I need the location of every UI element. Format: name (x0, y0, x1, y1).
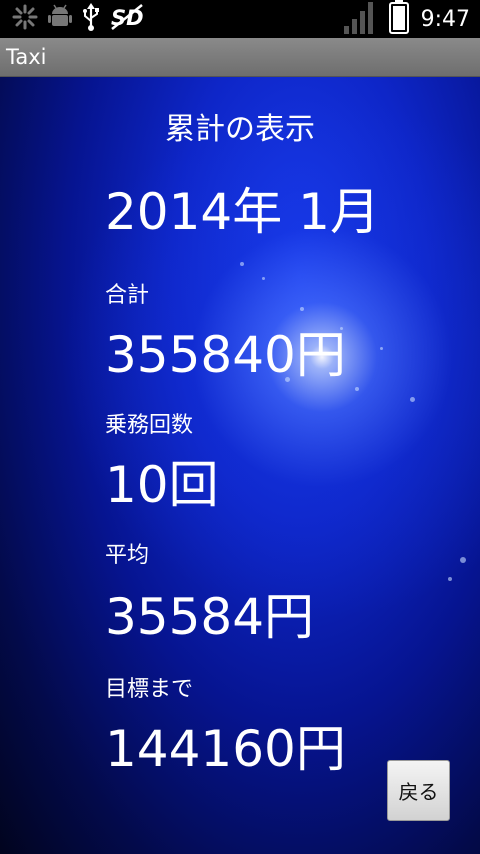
bubble-decoration (380, 347, 383, 350)
bubble-decoration (300, 307, 304, 311)
system-icons: 9:47 (343, 0, 470, 38)
page-title: 累計の表示 (165, 112, 315, 147)
period-display: 2014年 1月 (105, 172, 380, 244)
goal-value: 144160円 (105, 720, 346, 778)
bubble-decoration (262, 277, 265, 280)
sd-card-icon: SD (110, 4, 146, 34)
bubble-decoration (355, 387, 359, 391)
year-label: 2014年 (105, 183, 283, 241)
total-label: 合計 (105, 283, 150, 308)
rides-value: 10回 (105, 456, 219, 514)
average-label: 平均 (105, 543, 150, 568)
total-value: 355840円 (105, 326, 346, 384)
back-button[interactable]: 戻る (387, 760, 450, 821)
app-title-bar: Taxi (0, 38, 480, 77)
month-label: 1月 (298, 183, 380, 241)
battery-icon (388, 0, 409, 38)
app-title: Taxi (6, 45, 47, 69)
average-value: 35584円 (105, 588, 315, 646)
loading-icon (12, 4, 38, 34)
bubble-decoration (448, 577, 452, 581)
status-time: 9:47 (420, 6, 470, 32)
notification-icons: SD (12, 3, 146, 35)
status-bar: SD 9:47 (0, 0, 480, 38)
summary-screen: 累計の表示 2014年 1月 合計 355840円 乗務回数 10回 平均 35… (0, 77, 480, 854)
signal-icon (343, 0, 377, 38)
bubble-decoration (460, 557, 466, 563)
goal-label: 目標まで (105, 677, 194, 702)
bubble-decoration (240, 262, 244, 266)
usb-icon (82, 3, 100, 35)
rides-label: 乗務回数 (105, 413, 194, 438)
bubble-decoration (410, 397, 415, 402)
android-debug-icon (48, 4, 72, 34)
